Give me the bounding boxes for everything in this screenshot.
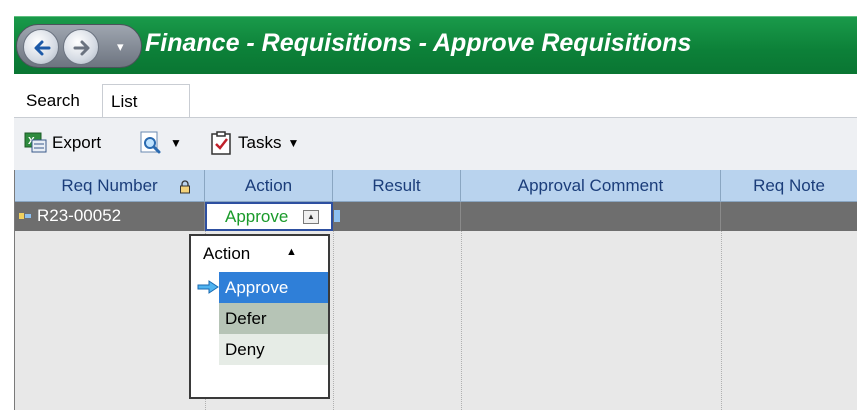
action-select[interactable]: Approve ▲ bbox=[205, 202, 333, 231]
tab-search[interactable]: Search bbox=[18, 84, 88, 118]
title-bar: ▾ Finance - Requisitions - Approve Requi… bbox=[14, 16, 857, 74]
column-header-result[interactable]: Result bbox=[333, 170, 461, 202]
column-divider bbox=[461, 231, 462, 410]
cell-result[interactable] bbox=[333, 202, 461, 231]
option-approve[interactable]: Approve bbox=[219, 272, 328, 303]
page-title: Finance - Requisitions - Approve Requisi… bbox=[145, 29, 692, 57]
clipboard-check-icon bbox=[211, 131, 231, 155]
req-number-value: R23-00052 bbox=[37, 206, 122, 225]
history-dropdown-icon[interactable]: ▾ bbox=[117, 39, 124, 55]
row-marker-icon bbox=[19, 213, 31, 219]
tasks-label: Tasks bbox=[238, 133, 282, 152]
toolbar: X Export ▼ Tasks ▼ bbox=[14, 118, 857, 170]
cell-approval-comment[interactable] bbox=[461, 202, 721, 231]
option-defer[interactable]: Defer bbox=[219, 303, 328, 334]
action-dropdown-list: Action ▲ Approve Defer Deny bbox=[189, 234, 330, 399]
forward-button[interactable] bbox=[63, 29, 99, 65]
dropdown-header[interactable]: Action bbox=[203, 244, 250, 264]
forward-arrow-icon bbox=[73, 40, 90, 56]
data-grid: Req Number Action Result Approval Commen… bbox=[14, 170, 857, 410]
cell-req-note[interactable] bbox=[721, 202, 857, 231]
export-label: Export bbox=[52, 133, 102, 152]
back-arrow-icon bbox=[34, 40, 51, 56]
excel-export-icon: X bbox=[24, 132, 47, 153]
magnifier-page-icon bbox=[140, 131, 161, 154]
column-label: Req Number bbox=[61, 176, 158, 195]
action-dropdown-button[interactable]: ▲ bbox=[303, 210, 319, 224]
current-selection-arrow-icon bbox=[197, 280, 219, 294]
column-divider bbox=[721, 231, 722, 410]
find-dropdown-icon[interactable]: ▼ bbox=[170, 136, 182, 150]
nav-buttons: ▾ bbox=[16, 24, 142, 68]
cell-marker bbox=[334, 210, 340, 222]
option-deny[interactable]: Deny bbox=[219, 334, 328, 365]
tab-list[interactable]: List bbox=[102, 84, 190, 118]
column-header-req-number[interactable]: Req Number bbox=[15, 170, 205, 202]
tasks-button[interactable]: Tasks ▼ bbox=[210, 128, 299, 158]
column-header-req-note[interactable]: Req Note bbox=[721, 170, 857, 202]
export-button[interactable]: X Export bbox=[24, 128, 101, 158]
back-button[interactable] bbox=[23, 29, 59, 65]
sort-ascending-icon[interactable]: ▲ bbox=[286, 246, 297, 258]
column-header-action[interactable]: Action bbox=[205, 170, 333, 202]
action-value: Approve bbox=[225, 207, 289, 226]
tasks-dropdown-icon[interactable]: ▼ bbox=[287, 136, 299, 150]
table-row[interactable]: R23-00052 bbox=[15, 202, 857, 231]
find-button[interactable]: ▼ bbox=[138, 128, 182, 158]
grid-header: Req Number Action Result Approval Commen… bbox=[15, 170, 857, 202]
cell-req-number[interactable]: R23-00052 bbox=[15, 202, 205, 231]
column-header-approval-comment[interactable]: Approval Comment bbox=[461, 170, 721, 202]
lock-icon bbox=[179, 172, 191, 206]
column-divider bbox=[333, 231, 334, 410]
